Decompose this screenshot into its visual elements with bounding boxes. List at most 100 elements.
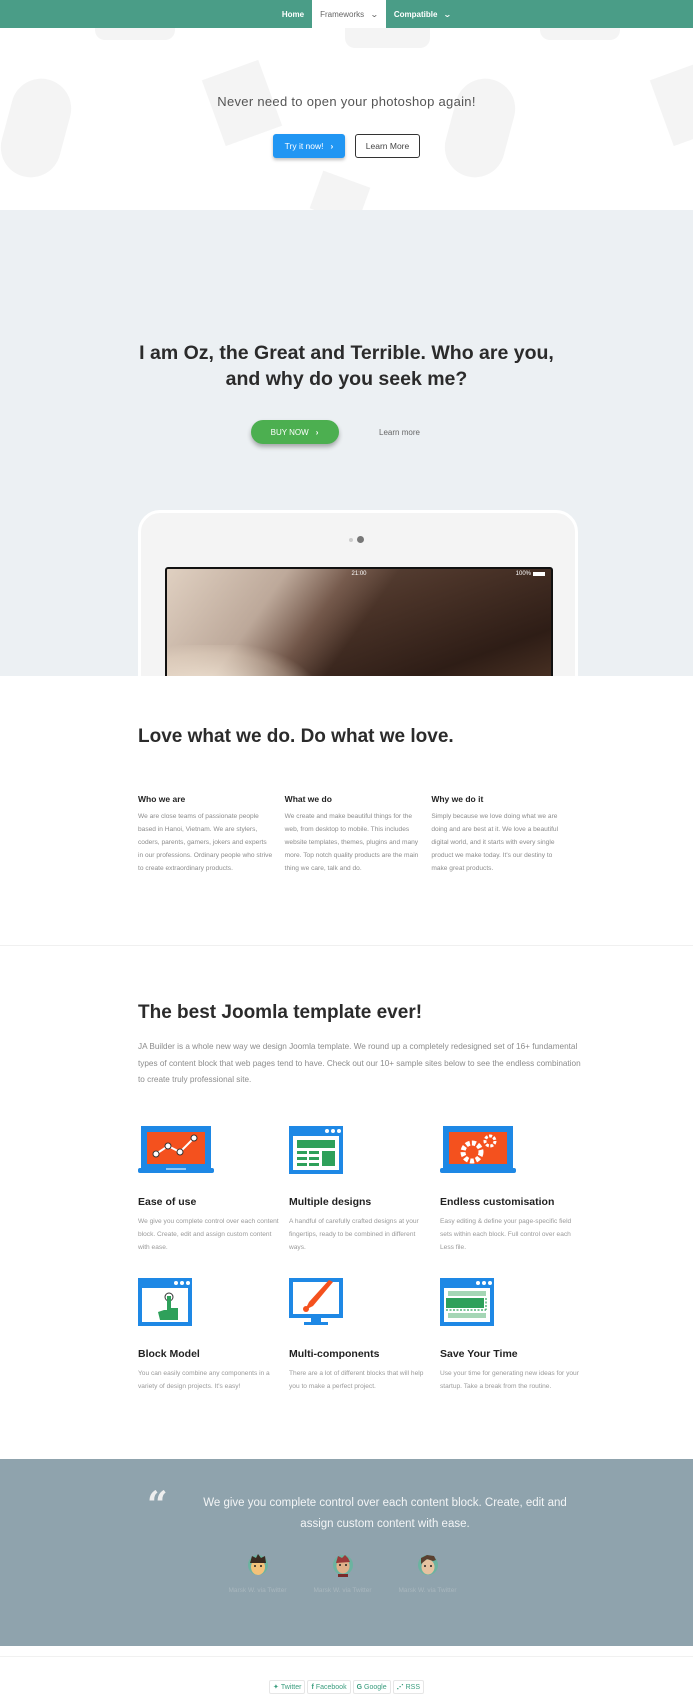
about-columns: Who we are We are close teams of passion… <box>138 794 578 875</box>
bg-shape <box>345 28 430 48</box>
feature-title: Multiple designs <box>289 1196 372 1208</box>
sensor-dot <box>349 538 353 542</box>
nav-item-compatible[interactable]: Compatible ⌄ <box>386 0 459 28</box>
rss-icon: ⋰ <box>396 1684 404 1691</box>
button-label: Learn More <box>365 141 410 151</box>
browser-touch-icon <box>138 1276 214 1328</box>
about-column: Why we do it Simply because we love doin… <box>431 794 578 875</box>
device-status-bar: 21:00 100% <box>167 571 551 581</box>
laptop-gears-icon <box>440 1124 516 1176</box>
social-label: Google <box>364 1683 387 1691</box>
nav-item-label: Home <box>281 9 305 19</box>
feature-text: A handful of carefully crafted designs a… <box>289 1218 419 1251</box>
feature-text: Easy editing & define your page-specific… <box>440 1218 572 1251</box>
showcase-headline: I am Oz, the Great and Terrible. Who are… <box>0 340 693 392</box>
battery-icon <box>533 572 545 576</box>
features-section: The best Joomla template ever! JA Builde… <box>0 946 693 1459</box>
learn-more-button[interactable]: Learn More <box>355 134 420 158</box>
feature-item: Save Your Time Use your time for generat… <box>440 1276 585 1393</box>
browser-layout-icon <box>289 1124 365 1176</box>
learn-more-link[interactable]: Learn more <box>357 420 443 444</box>
author-name: Marsk W. via Twitter <box>228 1587 287 1594</box>
feature-title: Block Model <box>138 1348 200 1360</box>
social-label: Twitter <box>280 1683 302 1691</box>
nav-item-label: Frameworks <box>320 9 365 19</box>
testimonial-quote: We give you complete control over each c… <box>203 1497 567 1530</box>
feature-item: Endless customisation Easy editing & def… <box>440 1124 585 1254</box>
column-text: We create and make beautiful things for … <box>284 813 419 872</box>
battery-percent: 100% <box>515 571 531 577</box>
twitter-link[interactable]: ✦ Twitter <box>268 1680 306 1694</box>
about-column: What we do We create and make beautiful … <box>285 794 432 875</box>
nav-item-frameworks[interactable]: Frameworks ⌄ <box>312 0 386 28</box>
feature-item: Ease of use We give you complete control… <box>138 1124 283 1254</box>
status-time: 21:00 <box>351 571 367 577</box>
avatar <box>417 1553 439 1577</box>
about-title: Love what we do. Do what we love. <box>138 726 454 747</box>
camera-dot <box>357 536 364 543</box>
facebook-link[interactable]: f Facebook <box>307 1680 351 1694</box>
column-heading: Why we do it <box>431 794 484 804</box>
column-heading: What we do <box>284 794 332 804</box>
nav-menu: Home Frameworks ⌄ Compatible ⌄ <box>274 0 459 28</box>
browser-blocks-icon <box>440 1276 516 1328</box>
try-it-now-button[interactable]: Try it now! › <box>273 134 345 158</box>
feature-item: Multi-components There are a lot of diff… <box>289 1276 434 1393</box>
about-section: Love what we do. Do what we love. Who we… <box>0 676 693 946</box>
hero-buttons: Try it now! › Learn More <box>0 134 693 158</box>
nav-item-label: Compatible <box>393 9 438 19</box>
author-name: Marsk W. via Twitter <box>398 1587 457 1594</box>
google-link[interactable]: G Google <box>352 1680 391 1694</box>
about-column: Who we are We are close teams of passion… <box>138 794 285 875</box>
avatar <box>247 1553 269 1577</box>
facebook-icon: f <box>311 1683 314 1691</box>
testimonial-section: “ We give you complete control over each… <box>0 1459 693 1646</box>
social-label: Facebook <box>315 1683 347 1691</box>
feature-title: Save Your Time <box>440 1348 518 1360</box>
author-name: Marsk W. via Twitter <box>313 1587 372 1594</box>
testimonial-author[interactable]: Marsk W. via Twitter <box>313 1553 372 1594</box>
feature-text: You can easily combine any components in… <box>138 1370 270 1390</box>
testimonial-author[interactable]: Marsk W. via Twitter <box>398 1553 457 1594</box>
button-label: BUY NOW <box>270 427 309 437</box>
footer: ✦ Twitter f Facebook G Google ⋰ RSS <box>0 1646 693 1699</box>
showcase-section: I am Oz, the Great and Terrible. Who are… <box>0 210 693 676</box>
headline-line-1: I am Oz, the Great and Terrible. Who are… <box>139 342 554 364</box>
quote-icon: “ <box>147 1484 168 1526</box>
feature-text: There are a lot of different blocks that… <box>289 1370 424 1390</box>
twitter-icon: ✦ <box>272 1684 279 1691</box>
status-battery: 100% <box>516 571 545 577</box>
feature-item: Multiple designs A handful of carefully … <box>289 1124 434 1254</box>
google-icon: G <box>356 1683 363 1691</box>
features-intro: JA Builder is a whole new way we design … <box>138 1042 581 1084</box>
bg-shape <box>540 28 620 40</box>
button-label: Try it now! <box>284 141 324 151</box>
footer-divider <box>0 1656 693 1657</box>
testimonial-author[interactable]: Marsk W. via Twitter <box>228 1553 287 1594</box>
feature-item: Block Model You can easily combine any c… <box>138 1276 283 1393</box>
chevron-down-icon: ⌄ <box>443 9 453 19</box>
column-heading: Who we are <box>138 794 186 804</box>
social-label: RSS <box>405 1683 421 1691</box>
chevron-right-icon: › <box>315 427 319 437</box>
testimonial-authors: Marsk W. via Twitter Marsk W. via Twitte… <box>228 1553 457 1594</box>
top-nav: Home Frameworks ⌄ Compatible ⌄ <box>0 0 693 28</box>
avatar <box>332 1553 354 1577</box>
feature-title: Endless customisation <box>440 1196 555 1208</box>
tablet-screen: 21:00 100% <box>165 567 553 676</box>
chevron-down-icon: ⌄ <box>370 9 379 19</box>
tablet-mockup: 21:00 100% <box>138 510 578 676</box>
feature-text: Use your time for generating new ideas f… <box>440 1370 579 1390</box>
hero-section: Never need to open your photoshop again!… <box>0 28 693 210</box>
watch-bg-icon <box>0 71 78 185</box>
rss-link[interactable]: ⋰ RSS <box>392 1680 425 1694</box>
features-title: The best Joomla template ever! <box>138 1002 423 1023</box>
social-links: ✦ Twitter f Facebook G Google ⋰ RSS <box>0 1680 693 1694</box>
bg-shape <box>95 28 175 40</box>
headline-line-2: and why do you seek me? <box>225 368 468 390</box>
buy-now-button[interactable]: BUY NOW › <box>250 420 339 444</box>
laptop-chart-icon <box>138 1124 214 1176</box>
clouds-overlay <box>167 645 317 676</box>
gear-bg-icon <box>309 170 371 210</box>
nav-item-home[interactable]: Home <box>274 0 312 28</box>
